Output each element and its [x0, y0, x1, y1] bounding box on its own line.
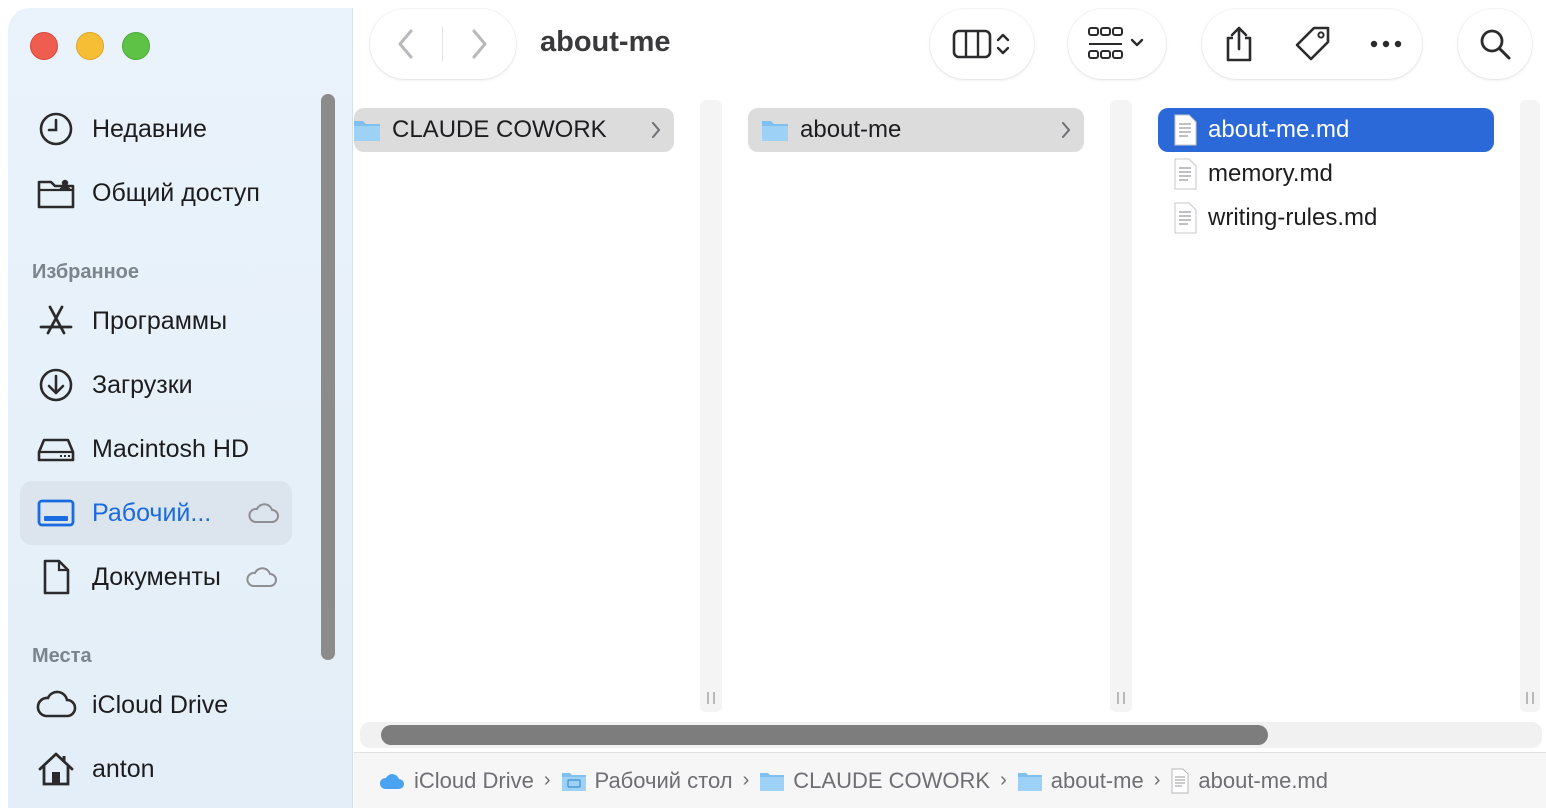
path-separator: ›	[1153, 769, 1161, 791]
sidebar-item-applications[interactable]: Программы	[20, 289, 292, 353]
back-button[interactable]	[370, 9, 442, 79]
item-name: about-me	[800, 116, 902, 143]
icloud-status-icon	[244, 565, 278, 594]
file-icon	[1174, 202, 1197, 234]
horizontal-scrollbar-thumb[interactable]	[381, 725, 1268, 745]
close-window-button[interactable]	[30, 32, 58, 60]
file-icon	[1174, 114, 1197, 146]
path-separator: ›	[1000, 769, 1007, 791]
path-separator: ›	[742, 769, 750, 791]
ellipsis-icon	[1370, 40, 1402, 48]
tags-button[interactable]	[1276, 9, 1350, 79]
share-icon	[1226, 26, 1252, 62]
navigation-group	[370, 9, 516, 79]
list-item-about-me-md[interactable]: about-me.md	[1158, 108, 1494, 152]
chevron-left-icon	[398, 29, 413, 59]
view-mode-button[interactable]	[930, 9, 1034, 79]
tag-icon	[1295, 26, 1330, 61]
file-icon	[1170, 768, 1190, 794]
sidebar-item-icloud-drive[interactable]: iCloud Drive	[20, 673, 292, 737]
list-item-claude-cowork[interactable]: CLAUDE COWORK	[354, 108, 674, 152]
desktop-folder-icon	[561, 770, 587, 792]
column-resize-handle[interactable]	[700, 100, 722, 712]
path-bar: iCloud Drive › Рабочий стол › CLAUDE COW…	[354, 752, 1546, 808]
sidebar-item-downloads[interactable]: Загрузки	[20, 353, 292, 417]
icloud-icon	[378, 771, 406, 791]
sidebar-item-documents[interactable]: Документы	[20, 545, 292, 609]
sidebar-item-label: Общий доступ	[92, 178, 260, 207]
grid-group-icon	[1088, 27, 1144, 59]
sidebar-item-label: Рабочий...	[92, 498, 212, 527]
path-separator: ›	[543, 769, 551, 791]
file-icon	[1174, 158, 1197, 190]
folder-icon	[762, 121, 788, 141]
sidebar-item-home[interactable]: anton	[20, 737, 292, 801]
item-name: writing-rules.md	[1208, 204, 1378, 231]
sidebar-item-label: Документы	[92, 562, 221, 591]
path-item-about-me-md[interactable]: about-me.md	[1170, 768, 1328, 794]
group-by-button[interactable]	[1068, 9, 1166, 79]
zoom-window-button[interactable]	[122, 32, 150, 60]
sidebar-scrollbar-thumb[interactable]	[321, 94, 335, 660]
folder-icon	[354, 121, 380, 141]
document-icon	[34, 555, 78, 599]
more-actions-button[interactable]	[1350, 9, 1422, 79]
column-resize-handle[interactable]	[1110, 100, 1132, 712]
path-item-claude-cowork[interactable]: CLAUDE COWORK	[759, 768, 990, 794]
sidebar-item-macintosh-hd[interactable]: Macintosh HD	[20, 417, 292, 481]
favorites-header: Избранное	[32, 261, 140, 283]
list-item-about-me-folder[interactable]: about-me	[748, 108, 1084, 152]
window-title: about-me	[540, 26, 671, 58]
item-name: about-me.md	[1208, 116, 1350, 143]
column-resize-handle[interactable]	[1520, 100, 1540, 712]
path-item-label: about-me.md	[1198, 767, 1328, 793]
hard-drive-icon	[34, 427, 78, 471]
home-icon	[34, 747, 78, 791]
path-item-label: iCloud Drive	[414, 767, 534, 793]
minimize-window-button[interactable]	[76, 32, 104, 60]
path-item-label: Рабочий стол	[594, 767, 733, 793]
path-item-desktop[interactable]: Рабочий стол	[561, 768, 733, 794]
clock-icon	[34, 107, 78, 151]
list-item-writing-rules-md[interactable]: writing-rules.md	[1158, 196, 1494, 240]
sidebar-scrollbar[interactable]	[318, 94, 338, 674]
icloud-status-icon	[246, 501, 280, 530]
sidebar-item-desktop[interactable]: Рабочий...	[20, 481, 292, 545]
sidebar-item-label: iCloud Drive	[92, 690, 229, 719]
chevron-right-icon	[472, 29, 487, 59]
list-item-memory-md[interactable]: memory.md	[1158, 152, 1494, 196]
chevron-right-icon	[652, 122, 661, 138]
folder-icon	[1017, 770, 1043, 792]
sidebar-item-label: anton	[92, 754, 155, 783]
share-button[interactable]	[1202, 9, 1276, 79]
applications-icon	[34, 299, 78, 343]
sidebar-item-label: Macintosh HD	[92, 434, 249, 463]
sidebar-item-recents[interactable]: Недавние	[20, 97, 292, 161]
search-button[interactable]	[1458, 9, 1532, 79]
column-view-icon	[952, 29, 1010, 59]
sidebar-item-label: Недавние	[92, 114, 207, 143]
forward-button[interactable]	[443, 9, 515, 79]
actions-group	[1202, 9, 1422, 79]
search-icon	[1480, 29, 1511, 60]
sidebar-item-label: Программы	[92, 306, 228, 335]
places-header: Места	[32, 645, 92, 667]
sidebar-item-label: Загрузки	[92, 370, 193, 399]
chevron-right-icon	[1062, 122, 1071, 138]
path-item-label: CLAUDE COWORK	[793, 767, 991, 793]
item-name: CLAUDE COWORK	[392, 116, 607, 143]
folder-icon	[759, 770, 785, 792]
path-item-icloud-drive[interactable]: iCloud Drive	[378, 768, 534, 794]
horizontal-scrollbar[interactable]	[360, 722, 1542, 748]
path-item-about-me[interactable]: about-me	[1017, 768, 1144, 794]
item-name: memory.md	[1208, 160, 1333, 187]
desktop-icon	[34, 491, 78, 535]
path-item-label: about-me	[1050, 767, 1144, 793]
icloud-icon	[34, 683, 78, 727]
shared-folder-icon	[34, 171, 78, 215]
sidebar-item-shared[interactable]: Общий доступ	[20, 161, 292, 225]
downloads-icon	[34, 363, 78, 407]
